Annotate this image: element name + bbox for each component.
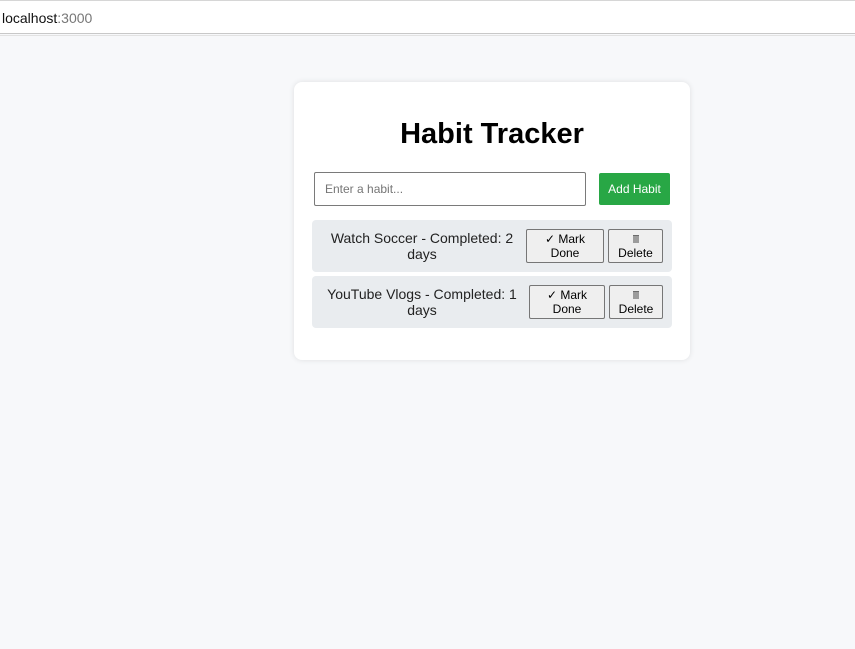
delete-label: Delete: [618, 246, 653, 260]
trash-icon: [633, 291, 639, 299]
mark-done-label-line1: ✓ Mark: [544, 232, 586, 246]
mark-done-label-line2: Done: [552, 302, 582, 316]
delete-button[interactable]: Delete: [608, 229, 663, 263]
url-host: localhost: [2, 10, 58, 26]
habit-list-item: YouTube Vlogs - Completed: 1 days ✓ Mark…: [312, 276, 672, 328]
mark-done-button[interactable]: ✓ Mark Done: [526, 229, 604, 263]
url-text[interactable]: localhost:3000: [2, 10, 92, 26]
url-port: :3000: [57, 10, 93, 26]
habit-text: Watch Soccer - Completed: 2 days: [330, 230, 514, 262]
habit-text: YouTube Vlogs - Completed: 1 days: [327, 286, 517, 318]
mark-done-button[interactable]: ✓ Mark Done: [529, 285, 605, 319]
habit-list-item: Watch Soccer - Completed: 2 days ✓ Mark …: [312, 220, 672, 272]
mark-done-label-line2: Done: [550, 246, 580, 260]
habit-input[interactable]: [314, 172, 586, 206]
trash-icon: [632, 235, 639, 243]
browser-address-bar[interactable]: localhost:3000: [0, 0, 855, 34]
page-title: Habit Tracker: [400, 118, 584, 150]
add-habit-button[interactable]: Add Habit: [599, 173, 670, 205]
mark-done-label-line1: ✓ Mark: [546, 288, 588, 302]
delete-button[interactable]: Delete: [609, 285, 663, 319]
habit-tracker-card: Habit Tracker Add Habit Watch Soccer - C…: [294, 82, 690, 360]
delete-label: Delete: [618, 302, 654, 316]
toolbar-divider: [0, 35, 855, 36]
